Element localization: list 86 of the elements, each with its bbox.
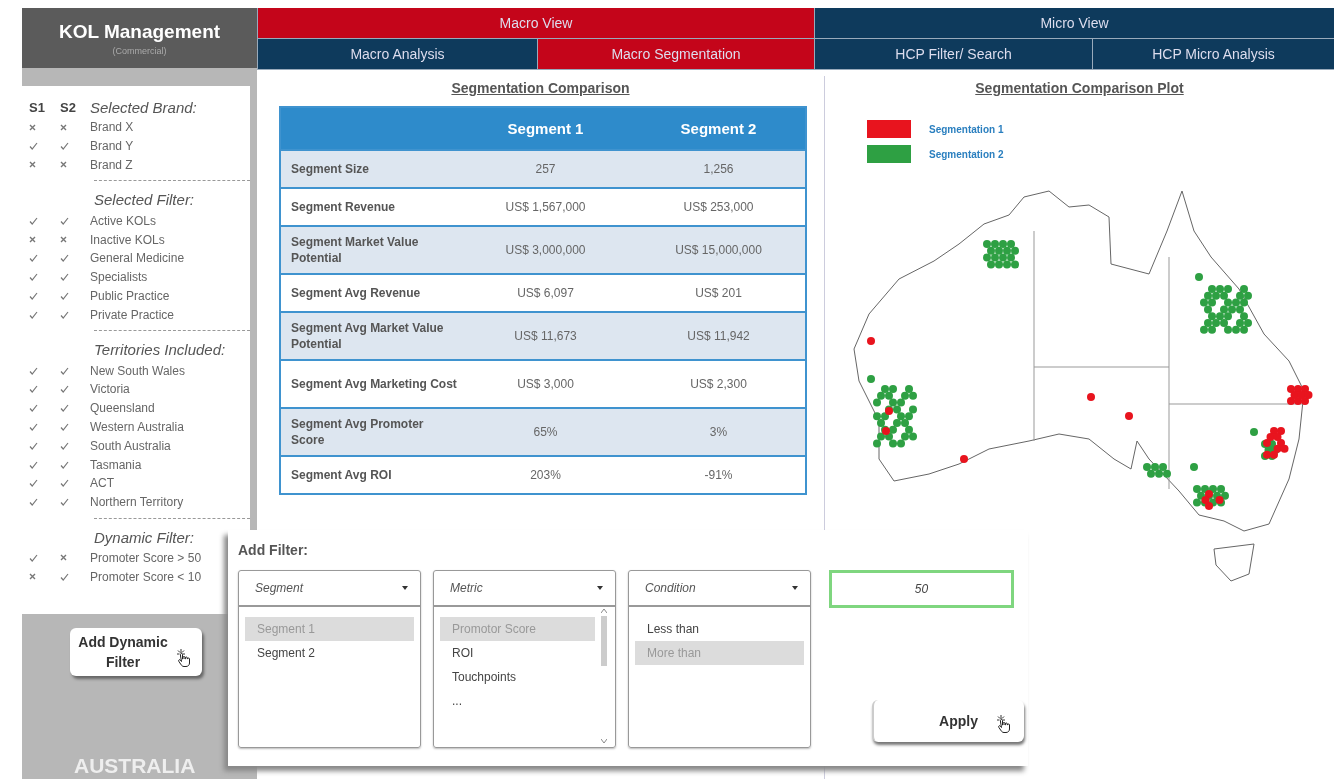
table-cell-text: 257 — [534, 162, 557, 176]
filter-item: Promoter Score > 50 — [90, 550, 202, 565]
section-heading: Selected Brand: — [90, 98, 197, 116]
filter-item: Public Practice — [90, 288, 170, 303]
table-cell-text: US$ 3,000,000 — [504, 243, 587, 257]
hand-cursor-icon — [996, 714, 1012, 734]
sub-tab[interactable]: Macro Segmentation — [537, 39, 814, 70]
row-label: Segment Market Value Potential — [290, 234, 420, 266]
list-option[interactable]: ROI — [440, 641, 595, 665]
table-cell-text: US$ 11,942 — [686, 329, 751, 343]
caret-icon — [402, 586, 408, 590]
filter-item: General Medicine — [90, 251, 185, 266]
table-cell-text: 1,256 — [702, 162, 735, 176]
table-cell-text: US$ 11,673 — [513, 329, 578, 343]
dropdown-label: Metric — [450, 581, 483, 595]
table-cell-text: -91% — [703, 468, 734, 482]
list-option[interactable]: ... — [440, 689, 595, 713]
table-cell-text: US$ 1,567,000 — [504, 200, 587, 214]
table-cell-text: 65% — [532, 425, 559, 439]
column-header: S1 — [29, 99, 45, 115]
app-title: KOL Management — [58, 20, 221, 43]
value-field[interactable]: 50 — [829, 570, 1014, 608]
filter-item: Western Australia — [90, 419, 184, 434]
filter-item: Queensland — [90, 401, 155, 416]
column-header: Segment 1 — [506, 120, 585, 137]
filter-item: New South Wales — [90, 363, 185, 378]
table-cell-text: US$ 253,000 — [682, 200, 755, 214]
filter-item: Inactive KOLs — [90, 232, 165, 247]
legend-label: Segmentation 2 — [929, 148, 1004, 160]
filter-item: Brand X — [90, 120, 134, 135]
row-label: Segment Avg ROI — [290, 467, 393, 483]
row-label: Segment Revenue — [290, 199, 397, 215]
table-cell-text: US$ 15,000,000 — [674, 243, 763, 257]
apply-button[interactable]: Apply — [872, 700, 1024, 742]
scroll-down-icon[interactable] — [601, 739, 607, 743]
filter-item: South Australia — [90, 438, 171, 453]
row-label: Segment Avg Market Value Potential — [290, 320, 445, 352]
list-option[interactable]: Less than — [635, 617, 804, 641]
scrollbar[interactable] — [599, 609, 609, 743]
caret-icon — [597, 586, 603, 590]
filter-item: Northern Territory — [90, 495, 184, 510]
list-option[interactable]: Segment 2 — [245, 641, 414, 665]
row-label: Segment Avg Promoter Score — [290, 416, 425, 448]
table-cell-text: US$ 201 — [694, 286, 743, 300]
table-cell-text: US$ 6,097 — [516, 286, 575, 300]
sub-tab[interactable]: HCP Filter/ Search — [814, 39, 1092, 70]
table-cell-text: 203% — [529, 468, 562, 482]
filter-item: Brand Y — [90, 139, 134, 154]
list-option[interactable]: Touchpoints — [440, 665, 595, 689]
panel-title: Segmentation Comparison — [450, 80, 631, 96]
hand-cursor-icon — [176, 648, 192, 669]
legend-label: Segmentation 1 — [929, 123, 1004, 135]
filter-item: Tasmania — [90, 457, 142, 472]
dialog-title: Add Filter: — [238, 542, 309, 558]
view-tab[interactable]: Micro View — [814, 8, 1334, 39]
filter-item: Private Practice — [90, 307, 175, 322]
column-header: Segment 2 — [679, 120, 758, 137]
list-box[interactable]: Segment Segment 1 Segment 2 — [238, 570, 421, 748]
filter-item: Victoria — [90, 382, 130, 397]
add-dynamic-filter-button[interactable]: Add Dynamic Filter — [70, 628, 202, 677]
section-heading: Dynamic Filter: — [94, 527, 194, 546]
row-label: Segment Avg Revenue — [290, 285, 422, 301]
sub-tab[interactable]: HCP Micro Analysis — [1092, 39, 1334, 70]
caret-icon — [792, 586, 798, 590]
section-heading: Territories Included: — [94, 340, 226, 359]
dropdown-label: Condition — [645, 581, 696, 595]
filter-item: Brand Z — [90, 158, 133, 172]
filter-item: Promoter Score < 10 — [90, 569, 202, 584]
table-cell-text: 3% — [708, 425, 729, 439]
view-tab[interactable]: Macro View — [257, 8, 814, 39]
section-heading: Selected Filter: — [94, 190, 195, 209]
row-label: Segment Size — [290, 161, 371, 177]
row-label: Segment Avg Marketing Cost — [290, 376, 458, 392]
filter-item: ACT — [90, 476, 114, 491]
table-cell-text: US$ 3,000 — [516, 377, 575, 391]
column-header: S2 — [60, 99, 76, 115]
list-box[interactable]: Metric Promotor Score ROI Touchpoints ... — [433, 570, 616, 748]
filter-item: Active KOLs — [90, 213, 157, 228]
list-box[interactable]: Condition Less than More than — [628, 570, 811, 748]
filter-item: Specialists — [90, 270, 148, 285]
panel-title: Segmentation Comparison Plot — [974, 80, 1185, 96]
table-cell-text: US$ 2,300 — [689, 377, 748, 391]
scroll-up-icon[interactable] — [601, 609, 607, 613]
dropdown-label: Segment — [255, 581, 304, 595]
sub-tab[interactable]: Macro Analysis — [257, 39, 537, 70]
app-subtitle: (Commercial) — [112, 45, 167, 56]
